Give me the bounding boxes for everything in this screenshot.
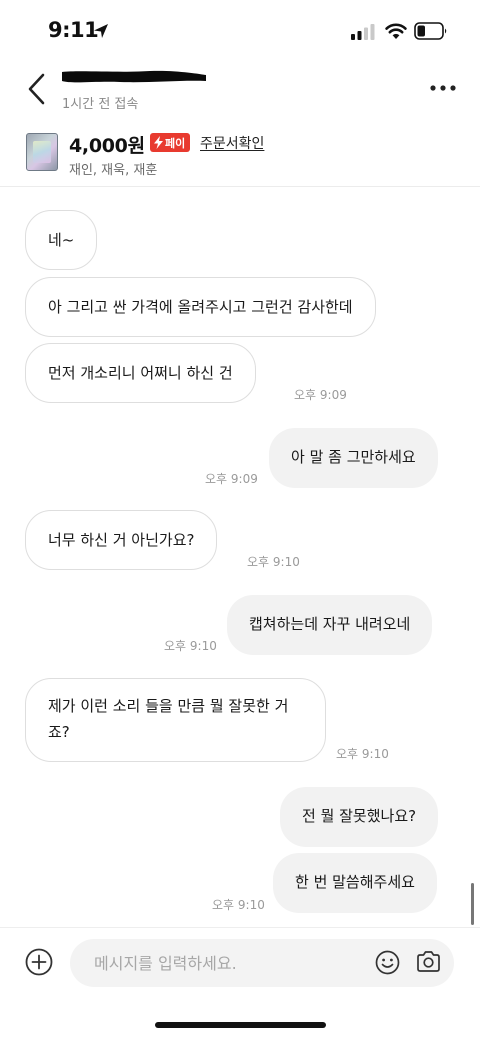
message-bubble-incoming[interactable]: 먼저 개소리니 어쩌니 하신 건: [25, 343, 256, 403]
pay-badge: 페이: [150, 133, 191, 152]
smiley-icon[interactable]: [375, 950, 400, 975]
status-bar: 9:11: [0, 0, 480, 64]
message-bubble-outgoing[interactable]: 한 번 말씀해주세요: [273, 853, 437, 913]
redacted-name: [62, 70, 206, 83]
battery-icon: [414, 22, 447, 40]
header-divider: [0, 186, 480, 187]
more-horizontal-icon[interactable]: [430, 84, 456, 92]
message-bubble-outgoing[interactable]: 전 뭘 잘못했나요?: [280, 787, 439, 847]
home-indicator[interactable]: [155, 1022, 326, 1028]
message-timestamp: 오후 9:09: [294, 388, 347, 402]
composer-divider: [0, 927, 480, 928]
cellular-signal-icon: [351, 24, 375, 40]
message-text: 전 뭘 잘못했나요?: [302, 807, 417, 825]
message-bubble-incoming[interactable]: 네~: [25, 210, 98, 270]
product-subtitle: 재인, 재욱, 재훈: [69, 163, 158, 178]
message-bubble-incoming[interactable]: 제가 이런 소리 들을 만큼 뭘 잘못한 거죠?: [25, 678, 326, 762]
wifi-icon: [385, 23, 407, 39]
message-timestamp: 오후 9:10: [212, 898, 265, 912]
message-text: 너무 하신 거 아닌가요?: [48, 531, 195, 549]
product-thumbnail[interactable]: [26, 133, 58, 171]
message-timestamp: 오후 9:09: [205, 472, 258, 486]
message-text: 아 그리고 싼 가격에 올려주시고 그런건 감사한데: [48, 298, 353, 316]
message-text: 제가 이런 소리 들을 만큼 뭘 잘못한 거죠?: [48, 697, 289, 741]
message-bubble-incoming[interactable]: 아 그리고 싼 가격에 올려주시고 그런건 감사한데: [25, 277, 376, 337]
message-bubble-outgoing[interactable]: 캡쳐하는데 자꾸 내려오네: [227, 595, 433, 655]
back-button[interactable]: [26, 72, 48, 106]
lightning-icon: [154, 136, 163, 149]
status-time: 9:11: [48, 18, 99, 42]
message-text: 캡쳐하는데 자꾸 내려오네: [249, 615, 411, 633]
scrollbar[interactable]: [471, 883, 474, 925]
location-arrow-icon: [94, 24, 108, 38]
message-text: 네~: [48, 231, 75, 249]
message-text: 먼저 개소리니 어쩌니 하신 건: [48, 364, 233, 382]
message-timestamp: 오후 9:10: [247, 555, 300, 569]
pay-badge-label: 페이: [165, 136, 186, 150]
last-seen-status: 1시간 전 접속: [62, 97, 139, 112]
camera-icon[interactable]: [416, 950, 441, 973]
plus-circle-icon[interactable]: [25, 948, 53, 976]
message-text: 한 번 말씀해주세요: [295, 873, 415, 891]
message-text: 아 말 좀 그만하세요: [291, 448, 416, 466]
order-form-link[interactable]: 주문서확인: [200, 133, 264, 153]
message-timestamp: 오후 9:10: [164, 639, 217, 653]
message-timestamp: 오후 9:10: [336, 747, 389, 761]
product-price: 4,000원: [69, 135, 145, 157]
message-bubble-outgoing[interactable]: 아 말 좀 그만하세요: [269, 428, 438, 488]
message-bubble-incoming[interactable]: 너무 하신 거 아닌가요?: [25, 510, 218, 570]
